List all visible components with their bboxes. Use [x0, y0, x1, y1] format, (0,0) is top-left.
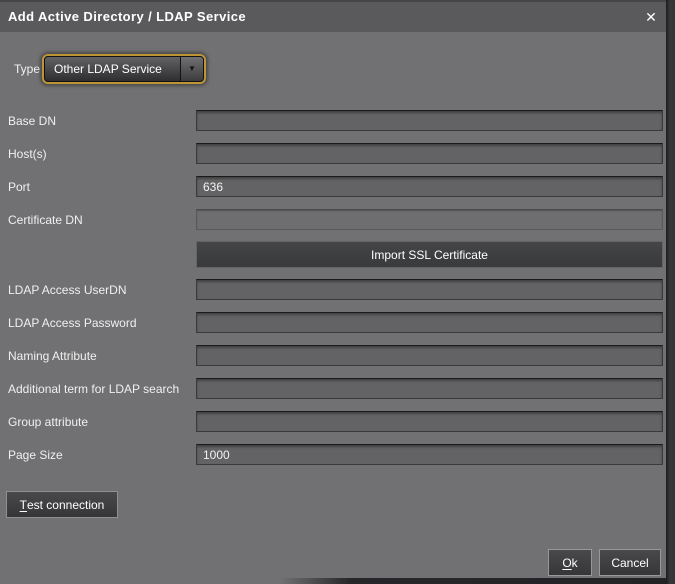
field-row-hosts: Host(s)	[0, 143, 666, 164]
test-connection-mnemonic: T	[20, 498, 27, 512]
ok-mnemonic: O	[562, 556, 571, 570]
ok-button[interactable]: Ok	[548, 549, 592, 576]
chevron-down-icon: ▼	[188, 65, 196, 73]
ldap-access-password-label: LDAP Access Password	[8, 316, 137, 330]
type-select[interactable]: Other LDAP Service ▼	[44, 56, 204, 82]
additional-search-term-input[interactable]	[196, 378, 663, 399]
certificate-dn-label: Certificate DN	[8, 213, 83, 227]
page-size-label: Page Size	[8, 448, 63, 462]
dialog-title: Add Active Directory / LDAP Service	[8, 9, 246, 24]
naming-attribute-input[interactable]	[196, 345, 663, 366]
base-dn-label: Base DN	[8, 114, 56, 128]
additional-search-term-label: Additional term for LDAP search	[8, 382, 179, 396]
certificate-dn-input[interactable]	[196, 209, 663, 230]
field-row-base-dn: Base DN	[0, 110, 666, 131]
field-row-certificate-dn: Certificate DN	[0, 209, 666, 230]
add-ldap-service-dialog: Add Active Directory / LDAP Service ✕ Ty…	[0, 0, 675, 584]
close-icon[interactable]: ✕	[641, 7, 661, 27]
ok-label: k	[572, 556, 578, 570]
cancel-button[interactable]: Cancel	[599, 549, 661, 576]
field-row-port: Port	[0, 176, 666, 197]
import-ssl-certificate-button[interactable]: Import SSL Certificate	[196, 241, 663, 268]
window-right-edge	[666, 0, 675, 584]
test-connection-button[interactable]: Test connection	[6, 491, 118, 518]
field-row-ldap-access-password: LDAP Access Password	[0, 312, 666, 333]
window-bottom-edge	[280, 578, 666, 584]
ldap-access-password-input[interactable]	[196, 312, 663, 333]
dialog-title-bar: Add Active Directory / LDAP Service ✕	[0, 0, 666, 32]
naming-attribute-label: Naming Attribute	[8, 349, 97, 363]
ldap-access-userdn-label: LDAP Access UserDN	[8, 283, 126, 297]
port-input[interactable]	[196, 176, 663, 197]
hosts-label: Host(s)	[8, 147, 47, 161]
field-row-group-attribute: Group attribute	[0, 411, 666, 432]
ldap-access-userdn-input[interactable]	[196, 279, 663, 300]
port-label: Port	[8, 180, 30, 194]
type-label: Type	[14, 62, 40, 76]
group-attribute-input[interactable]	[196, 411, 663, 432]
group-attribute-label: Group attribute	[8, 415, 88, 429]
hosts-input[interactable]	[196, 143, 663, 164]
base-dn-input[interactable]	[196, 110, 663, 131]
field-row-ldap-access-userdn: LDAP Access UserDN	[0, 279, 666, 300]
field-row-page-size: Page Size	[0, 444, 666, 465]
page-size-input[interactable]	[196, 444, 663, 465]
test-connection-label: est connection	[27, 498, 104, 512]
field-row-naming-attribute: Naming Attribute	[0, 345, 666, 366]
field-row-additional-search-term: Additional term for LDAP search	[0, 378, 666, 399]
type-select-value: Other LDAP Service	[54, 62, 162, 76]
dropdown-arrow-button[interactable]: ▼	[180, 57, 203, 81]
